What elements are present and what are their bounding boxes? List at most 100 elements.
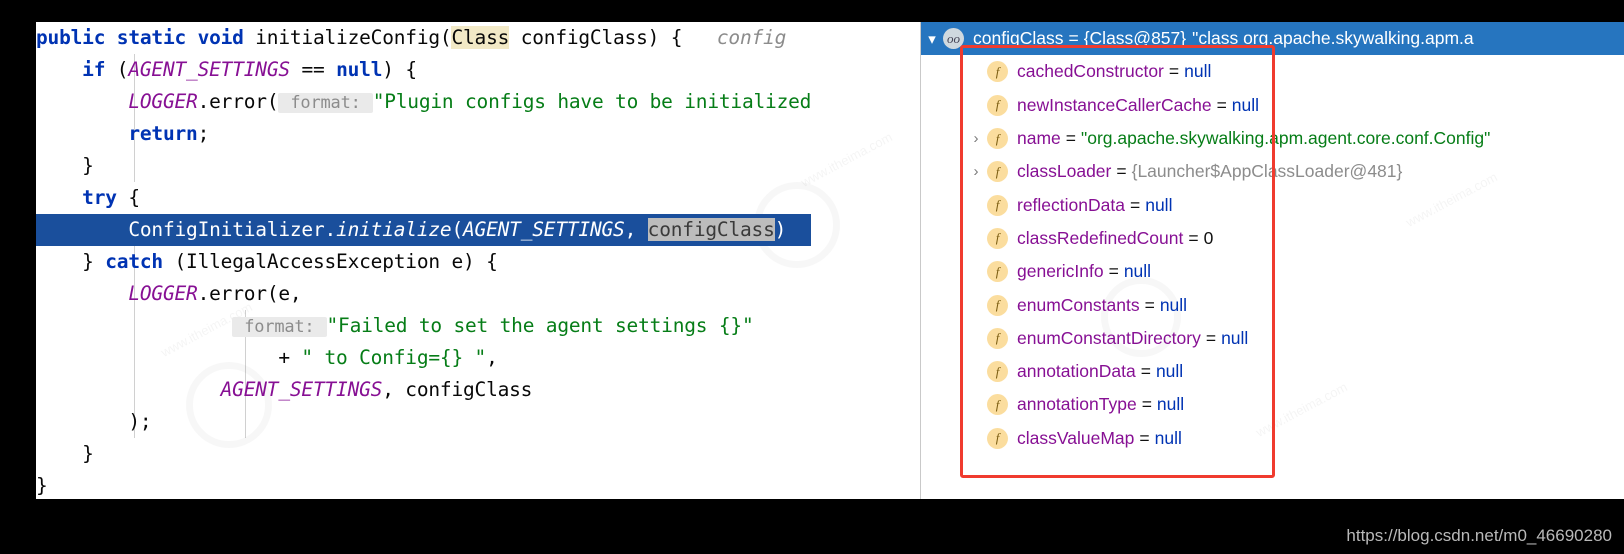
debug-variable-name: enumConstantDirectory bbox=[1017, 328, 1201, 349]
code-token: ) { bbox=[382, 58, 417, 81]
line-concat-config[interactable]: + " to Config={} ", bbox=[36, 342, 811, 374]
debug-equals-sign: = bbox=[1125, 195, 1145, 216]
debug-equals-sign: = bbox=[1140, 295, 1160, 316]
line-format-failed[interactable]: format: "Failed to set the agent setting… bbox=[36, 310, 811, 342]
debug-equals-sign: = bbox=[1104, 261, 1124, 282]
code-token: format: bbox=[278, 93, 372, 113]
line-close-if[interactable]: } bbox=[36, 150, 811, 182]
code-token: { bbox=[117, 186, 140, 209]
debug-row-classloader[interactable]: ›fclassLoader={Launcher$AppClassLoader@4… bbox=[965, 155, 1490, 188]
debug-variable-value: null bbox=[1160, 295, 1187, 316]
debug-variable-name: classRedefinedCount bbox=[1017, 228, 1183, 249]
line-return[interactable]: return; bbox=[36, 118, 811, 150]
debug-variable-value: null bbox=[1221, 328, 1248, 349]
code-token: try bbox=[82, 186, 117, 209]
debug-row-enumconstants[interactable]: f enumConstants=null bbox=[965, 288, 1490, 321]
line-close-method[interactable]: } bbox=[36, 470, 811, 499]
debug-equals-sign: = bbox=[1183, 228, 1203, 249]
debug-variable-name: classValueMap bbox=[1017, 428, 1134, 449]
debug-row-classvaluemap[interactable]: f classValueMap=null bbox=[965, 422, 1490, 455]
code-token: format: bbox=[232, 317, 326, 337]
line-config-initializer[interactable]: ConfigInitializer.initialize(AGENT_SETTI… bbox=[36, 214, 811, 246]
debug-variable-name: name bbox=[1017, 128, 1061, 149]
code-token: .error(e, bbox=[198, 282, 302, 305]
code-token: configClass bbox=[648, 218, 775, 241]
code-token: ); bbox=[36, 410, 151, 433]
chevron-right-icon[interactable]: › bbox=[965, 130, 987, 147]
debug-variable-value: 0 bbox=[1204, 228, 1214, 249]
line-close-catch[interactable]: } bbox=[36, 438, 811, 470]
debug-variable-value: null bbox=[1155, 428, 1182, 449]
debug-equals-sign: = bbox=[1136, 361, 1156, 382]
debug-equals-sign: = bbox=[1212, 95, 1232, 116]
code-token: } bbox=[36, 250, 105, 273]
debug-row-enumconstantdirectory[interactable]: fenumConstantDirectory=null bbox=[965, 322, 1490, 355]
debug-equals-sign: = bbox=[1134, 428, 1154, 449]
code-token: } bbox=[36, 154, 94, 177]
debug-variable-value: null bbox=[1156, 361, 1183, 382]
debug-variable-value: {Launcher$AppClassLoader@481} bbox=[1132, 161, 1403, 182]
field-icon: f bbox=[987, 428, 1008, 449]
source-url-watermark: https://blog.csdn.net/m0_46690280 bbox=[1346, 526, 1612, 546]
code-token: AGENT_SETTINGS bbox=[221, 378, 383, 401]
code-token: configClass) { bbox=[509, 26, 682, 49]
debug-variable-name: enumConstants bbox=[1017, 295, 1140, 316]
field-icon: f bbox=[987, 394, 1008, 415]
debug-row-genericinfo[interactable]: fgenericInfo=null bbox=[965, 255, 1490, 288]
code-token: "Failed to set the agent settings {}" bbox=[327, 314, 754, 337]
line-if-null[interactable]: if (AGENT_SETTINGS == null) { bbox=[36, 54, 811, 86]
line-signature[interactable]: public static void initializeConfig(Clas… bbox=[36, 22, 811, 54]
line-close-paren[interactable]: ); bbox=[36, 406, 811, 438]
chevron-down-icon[interactable]: ▾ bbox=[921, 30, 943, 48]
debug-equals-sign: = bbox=[1063, 28, 1083, 49]
code-token: ; bbox=[198, 122, 210, 145]
debugger-variables-pane[interactable]: www.itheima.com www.itheima.com ▾ oo con… bbox=[920, 22, 1624, 499]
debug-variable-name: annotationData bbox=[1017, 361, 1136, 382]
debug-row-configclass[interactable]: ▾ oo configClass = {Class@857} "class or… bbox=[921, 22, 1624, 55]
debug-variable-name: newInstanceCallerCache bbox=[1017, 95, 1212, 116]
debug-row-name[interactable]: ›fname="org.apache.skywalking.apm.agent.… bbox=[965, 122, 1490, 155]
ghost-watermark-text: www.itheima.com bbox=[798, 129, 894, 190]
field-icon: f bbox=[987, 95, 1008, 116]
line-logger-error-2[interactable]: LOGGER.error(e, bbox=[36, 278, 811, 310]
line-logger-error-1[interactable]: LOGGER.error( format: "Plugin configs ha… bbox=[36, 86, 811, 118]
debug-field-list: fcachedConstructor=nullfnewInstanceCalle… bbox=[965, 55, 1490, 455]
debug-row-cachedconstructor[interactable]: fcachedConstructor=null bbox=[965, 55, 1490, 88]
debug-equals-sign: = bbox=[1201, 328, 1221, 349]
code-token bbox=[36, 90, 128, 113]
code-token: ( bbox=[451, 218, 463, 241]
debug-variable-name: cachedConstructor bbox=[1017, 61, 1164, 82]
code-editor-pane[interactable]: www.itheima.com www.itheima.com public s… bbox=[36, 22, 920, 499]
debug-variable-name: genericInfo bbox=[1017, 261, 1104, 282]
field-icon: f bbox=[987, 295, 1008, 316]
debug-equals-sign: = bbox=[1061, 128, 1081, 149]
field-icon: f bbox=[987, 228, 1008, 249]
line-args[interactable]: AGENT_SETTINGS, configClass bbox=[36, 374, 811, 406]
code-token: ( bbox=[117, 58, 129, 81]
debug-row-annotationdata[interactable]: f annotationData=null bbox=[965, 355, 1490, 388]
debug-row-reflectiondata[interactable]: f reflectionData=null bbox=[965, 188, 1490, 221]
field-icon: f bbox=[987, 195, 1008, 216]
debug-row-newinstancecallercache[interactable]: fnewInstanceCallerCache=null bbox=[965, 89, 1490, 122]
debug-variable-name: reflectionData bbox=[1017, 195, 1125, 216]
code-token: catch bbox=[105, 250, 174, 273]
line-try[interactable]: try { bbox=[36, 182, 811, 214]
field-icon: f bbox=[987, 361, 1008, 382]
debug-row-annotationtype[interactable]: fannotationType=null bbox=[965, 388, 1490, 421]
debug-variable-name: classLoader bbox=[1017, 161, 1111, 182]
code-token: null bbox=[336, 58, 382, 81]
code-token: . bbox=[325, 218, 337, 241]
field-icon: f bbox=[987, 128, 1008, 149]
code-token: , bbox=[486, 346, 498, 369]
debug-variable-ref: {Class@857} bbox=[1084, 28, 1186, 49]
code-token bbox=[36, 218, 128, 241]
code-token bbox=[36, 122, 128, 145]
code-token: AGENT_SETTINGS bbox=[128, 58, 290, 81]
line-catch[interactable]: } catch (IllegalAccessException e) { bbox=[36, 246, 811, 278]
debug-row-classredefinedcount[interactable]: f classRedefinedCount=0 bbox=[965, 222, 1490, 255]
code-lines: public static void initializeConfig(Clas… bbox=[36, 22, 811, 499]
code-token: initialize bbox=[336, 218, 451, 241]
debug-variable-value: null bbox=[1145, 195, 1172, 216]
chevron-right-icon[interactable]: › bbox=[965, 163, 987, 180]
code-token: ConfigInitializer bbox=[128, 218, 324, 241]
